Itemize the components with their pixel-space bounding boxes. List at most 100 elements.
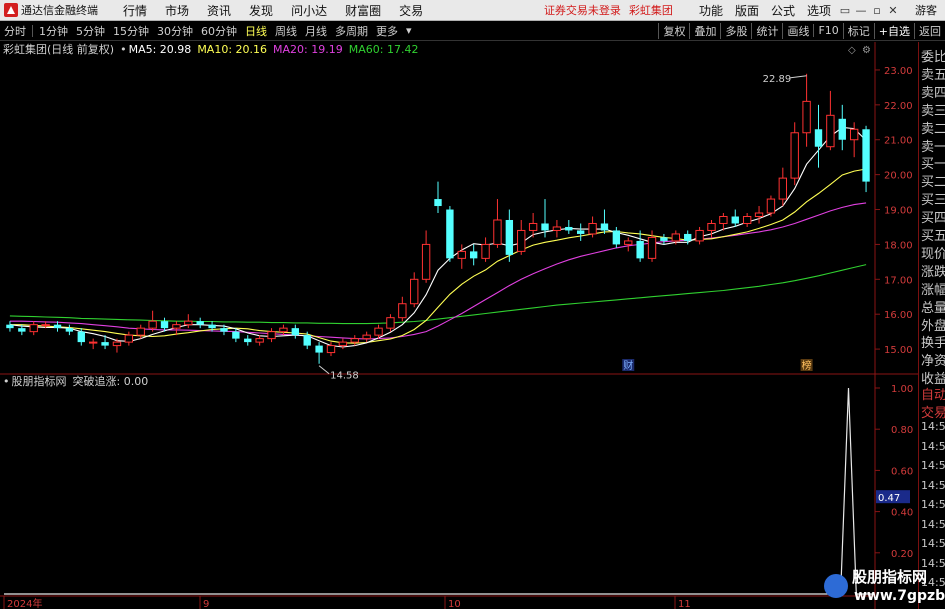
- price-tick-label: 21.00: [884, 136, 913, 147]
- menu-item-function[interactable]: 功能: [693, 2, 729, 19]
- candlestick-chart[interactable]: 22.89 14.58 财 榜 ◇ ⚙ 23.00 22.00 21.00 20.00 19.00…: [0, 42, 918, 609]
- date-tick-label: 10: [448, 599, 461, 609]
- back-button[interactable]: 返回: [914, 22, 945, 39]
- close-icon[interactable]: ✕: [885, 4, 901, 17]
- current-stock-name: 彩虹集团: [628, 4, 673, 17]
- toolbar-right-group: 复权 叠加 多股 统计 画线 F10 标记 +自选 返回: [658, 22, 945, 39]
- quote-label: 涨幅: [921, 282, 945, 298]
- menu-item-options[interactable]: 选项: [801, 2, 837, 19]
- breakout-signal-line: [4, 387, 872, 595]
- menu-item-ask[interactable]: 问小达: [282, 2, 336, 19]
- candle-body: [315, 345, 323, 353]
- menu-item-trade[interactable]: 交易: [390, 2, 432, 19]
- candle-body: [457, 250, 466, 259]
- watermark-url: www.7gpzb.com: [854, 588, 945, 604]
- period-weekly[interactable]: 周线: [271, 23, 301, 39]
- period-daily[interactable]: 日线: [241, 23, 271, 39]
- candle-body: [267, 331, 276, 340]
- period-1min[interactable]: 1分钟: [35, 23, 72, 39]
- candle-body: [41, 324, 50, 327]
- quote-label: 卖一: [921, 139, 945, 155]
- trade-label[interactable]: 交易: [921, 402, 945, 421]
- candle-body: [279, 327, 288, 333]
- restore-icon[interactable]: ▫: [869, 4, 885, 17]
- quote-label: 委比: [921, 50, 945, 65]
- period-15min[interactable]: 15分钟: [109, 23, 153, 39]
- quote-label: 买二: [921, 175, 945, 191]
- toolbar-divider: [32, 24, 33, 37]
- f10-button[interactable]: F10: [813, 24, 842, 37]
- quote-label: 净资: [921, 354, 945, 370]
- maximize-icon[interactable]: —: [853, 4, 869, 17]
- menu-item-wealth[interactable]: 财富圈: [336, 2, 390, 19]
- candle-body: [184, 320, 193, 326]
- candle-body: [88, 341, 98, 344]
- indicator-panel: 1.00 0.80 0.60 0.40 0.20 0.47: [4, 384, 913, 595]
- period-60min[interactable]: 60分钟: [197, 23, 241, 39]
- menu-item-quotes[interactable]: 行情: [114, 2, 156, 19]
- period-more[interactable]: 更多: [372, 23, 402, 39]
- app-title: 通达信金融终端: [21, 4, 98, 17]
- price-tick-label: 20.00: [884, 171, 913, 182]
- multi-stock-button[interactable]: 多股: [720, 22, 751, 39]
- menu-item-market[interactable]: 市场: [156, 2, 198, 19]
- trade-time: 14:55: [921, 439, 945, 453]
- candle-body: [326, 345, 336, 354]
- statistics-button[interactable]: 统计: [751, 22, 782, 39]
- adjust-button[interactable]: 复权: [658, 22, 689, 39]
- draw-line-button[interactable]: 画线: [782, 22, 813, 39]
- period-monthly[interactable]: 月线: [301, 23, 331, 39]
- period-multi[interactable]: 多周期: [331, 23, 372, 39]
- quote-panel: 委比 卖五 卖四 卖三 卖二 卖一 买一 买二 买三 买四 买五 现价 涨跌 涨幅 总量 外盘 换手 净资 收益 自动…: [918, 42, 945, 609]
- overlay-button[interactable]: 叠加: [689, 22, 720, 39]
- minimize-icon[interactable]: ▭: [837, 4, 853, 17]
- period-5min[interactable]: 5分钟: [72, 23, 109, 39]
- indicator-header: • 股朋指标网 突破追涨: 0.00: [3, 373, 154, 389]
- annotations: 22.89 14.58 财 榜 ◇ ⚙: [318, 45, 871, 382]
- menu-item-discover[interactable]: 发现: [240, 2, 282, 19]
- candle-body: [517, 229, 526, 252]
- candle-body: [849, 128, 859, 141]
- menu-item-formula[interactable]: 公式: [765, 2, 801, 19]
- period-30min[interactable]: 30分钟: [153, 23, 197, 39]
- price-tick-label: 18.00: [884, 240, 913, 251]
- high-pointer: [790, 75, 807, 79]
- guest-account[interactable]: 游客: [915, 2, 937, 18]
- watermark-title: 股朋指标网: [852, 568, 928, 586]
- candle-body: [802, 100, 811, 134]
- quote-label: 换手: [921, 336, 945, 352]
- watermark-logo-icon: [824, 574, 848, 598]
- indicator-tick-label: 0.20: [891, 549, 913, 560]
- date-axis: 2024年 9 10 11: [3, 596, 691, 609]
- candle-body: [112, 341, 122, 347]
- candle-body: [303, 335, 311, 346]
- finance-badge-text: 财: [623, 359, 633, 372]
- add-watchlist-button[interactable]: +自选: [873, 22, 914, 39]
- menu-item-layout[interactable]: 版面: [729, 2, 765, 19]
- period-more-dropdown-icon[interactable]: ▾: [402, 24, 416, 37]
- auto-trade-label[interactable]: 自动: [921, 384, 945, 403]
- period-timeshare[interactable]: 分时: [0, 23, 30, 39]
- trade-time: 14:55: [921, 420, 945, 433]
- candle-body: [421, 243, 431, 280]
- app-logo-icon: [4, 3, 18, 17]
- mark-button[interactable]: 标记: [842, 22, 874, 39]
- quote-label: 买一: [921, 157, 945, 173]
- indicator-name[interactable]: 股朋指标网: [12, 373, 67, 389]
- high-label: 22.89: [763, 74, 792, 85]
- candle-body: [398, 303, 407, 319]
- trade-login-status[interactable]: 证券交易未登录: [544, 2, 621, 18]
- candle-body: [660, 237, 668, 241]
- candle-body: [528, 222, 538, 231]
- candle-body: [838, 118, 846, 140]
- candle-body: [77, 331, 85, 343]
- candle-body: [636, 240, 644, 259]
- date-tick-label: 9: [203, 599, 209, 609]
- candle-body: [695, 229, 704, 242]
- indicator-tick-label: 0.60: [891, 466, 913, 477]
- candle-body: [6, 324, 14, 329]
- menu-item-news[interactable]: 资讯: [198, 2, 240, 19]
- quote-label: 卖五: [921, 67, 945, 83]
- low-label: 14.58: [330, 371, 359, 382]
- candle-body: [624, 240, 633, 245]
